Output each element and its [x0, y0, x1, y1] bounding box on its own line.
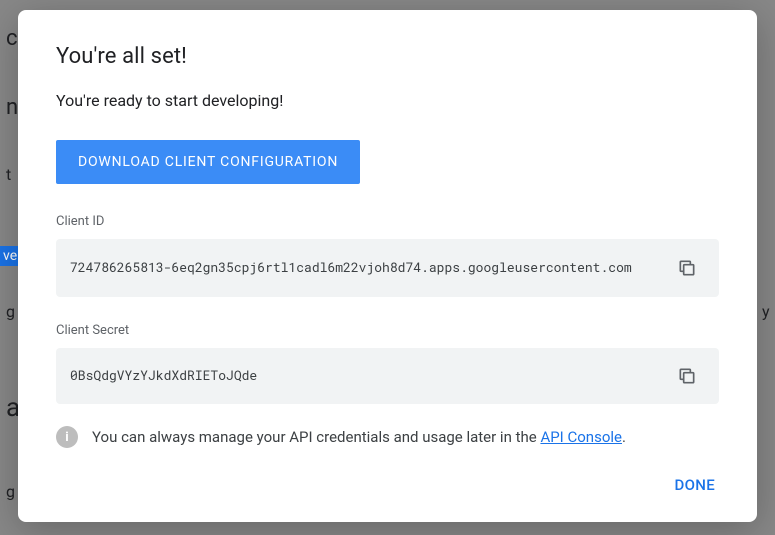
client-id-box: 724786265813-6eq2gn35cpj6rtl1cadl6m22vjo… — [56, 239, 719, 297]
copy-client-id-button[interactable] — [669, 250, 705, 286]
bg-text: n — [6, 95, 18, 120]
done-button[interactable]: DONE — [671, 468, 719, 502]
modal-subtitle: You're ready to start developing! — [56, 91, 719, 110]
bg-text: g — [6, 302, 15, 321]
bg-text: t — [6, 165, 11, 184]
client-id-value: 724786265813-6eq2gn35cpj6rtl1cadl6m22vjo… — [70, 258, 632, 278]
copy-icon — [677, 366, 697, 386]
info-row: i You can always manage your API credent… — [56, 426, 719, 448]
credentials-modal: You're all set! You're ready to start de… — [18, 10, 757, 522]
bg-text: c — [6, 26, 18, 51]
download-config-button[interactable]: DOWNLOAD CLIENT CONFIGURATION — [56, 140, 360, 184]
info-icon: i — [56, 426, 78, 448]
copy-icon — [677, 258, 697, 278]
info-text-prefix: You can always manage your API credentia… — [92, 428, 540, 446]
modal-footer: DONE — [56, 468, 719, 502]
info-text-suffix: . — [622, 428, 626, 446]
client-secret-value: 0BsQdgVYzYJkdXdRIEToJQde — [70, 366, 257, 386]
bg-text: g — [6, 482, 15, 501]
api-console-link[interactable]: API Console — [540, 428, 622, 446]
copy-client-secret-button[interactable] — [669, 358, 705, 394]
bg-text: y — [762, 302, 770, 321]
client-secret-box: 0BsQdgVYzYJkdXdRIEToJQde — [56, 348, 719, 404]
modal-title: You're all set! — [56, 44, 719, 69]
client-id-label: Client ID — [56, 214, 719, 229]
client-secret-label: Client Secret — [56, 323, 719, 338]
info-text: You can always manage your API credentia… — [92, 428, 626, 446]
